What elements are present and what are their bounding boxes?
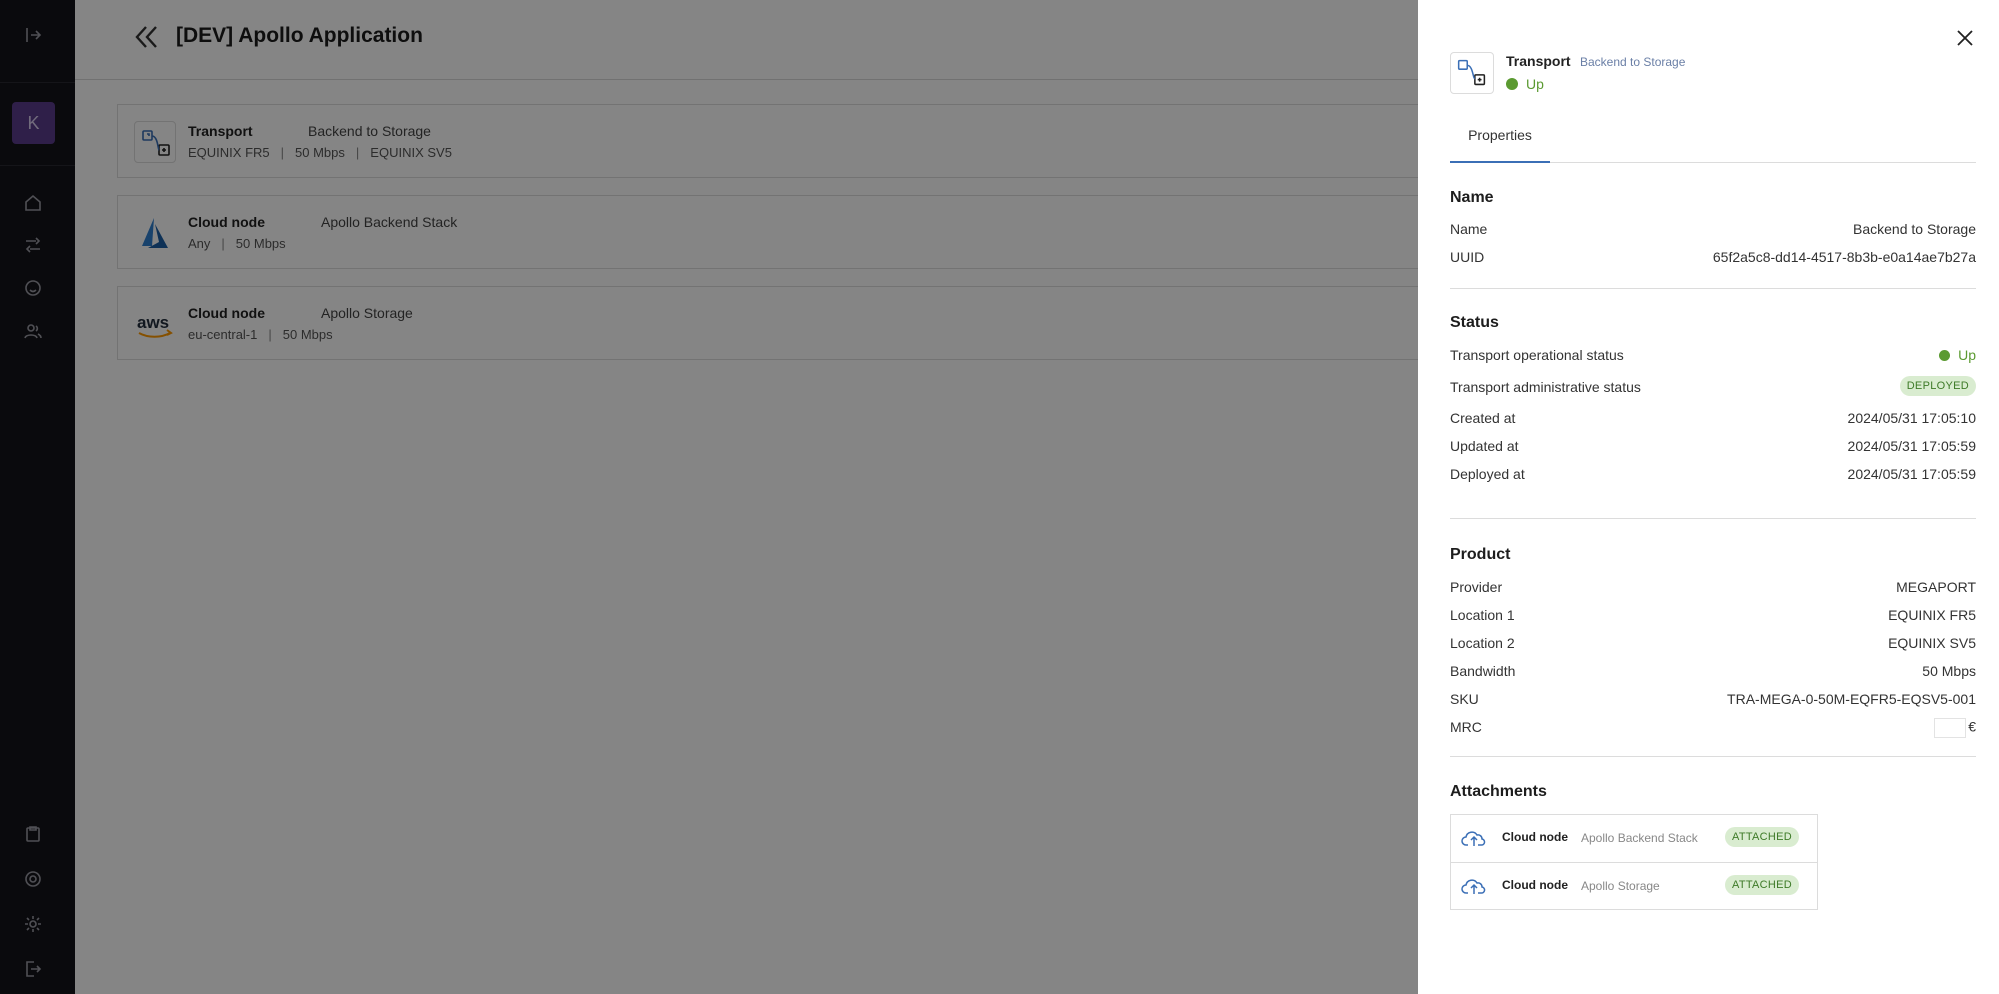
details-drawer: Transport Backend to Storage Up Properti… — [1418, 0, 1999, 994]
property-row: Deployed at 2024/05/31 17:05:59 — [1450, 466, 1976, 486]
status-text: Up — [1958, 347, 1976, 363]
property-value: 65f2a5c8-dd14-4517-8b3b-e0a14ae7b27a — [1712, 249, 1976, 265]
property-row: SKU TRA-MEGA-0-50M-EQFR5-EQSV5-001 — [1450, 691, 1976, 711]
mrc-amount-box — [1934, 718, 1967, 738]
attachments-list: Cloud node Apollo Backend Stack ATTACHED… — [1450, 814, 1818, 910]
currency-symbol: € — [1968, 718, 1976, 735]
status-badge: DEPLOYED — [1899, 376, 1976, 396]
mrc-value: € — [1934, 718, 1976, 738]
property-row: Created at 2024/05/31 17:05:10 — [1450, 410, 1976, 430]
property-row: Provider MEGAPORT — [1450, 579, 1976, 599]
property-label: Location 2 — [1450, 635, 1515, 651]
status-dot-icon — [1506, 78, 1518, 90]
property-row: Location 2 EQUINIX SV5 — [1450, 635, 1976, 655]
property-label: Updated at — [1450, 438, 1519, 454]
property-value: EQUINIX SV5 — [1888, 635, 1976, 651]
property-row: UUID 65f2a5c8-dd14-4517-8b3b-e0a14ae7b27… — [1450, 249, 1976, 269]
cloud-upload-icon — [1461, 827, 1487, 849]
tab-properties[interactable]: Properties — [1450, 118, 1550, 163]
status-text: Up — [1526, 76, 1544, 92]
drawer-status: Up — [1506, 76, 1544, 92]
divider — [1450, 288, 1976, 289]
property-value: 50 Mbps — [1922, 663, 1976, 679]
attachment-type: Cloud node — [1502, 878, 1568, 892]
property-label: Location 1 — [1450, 607, 1515, 623]
property-label: MRC — [1450, 719, 1482, 735]
property-row: Transport operational status Up — [1450, 347, 1976, 367]
property-value: EQUINIX FR5 — [1888, 607, 1976, 623]
property-value: 2024/05/31 17:05:59 — [1847, 466, 1976, 482]
property-label: UUID — [1450, 249, 1485, 265]
property-label: Provider — [1450, 579, 1503, 595]
section-title-product: Product — [1450, 546, 1511, 563]
modal-overlay[interactable] — [0, 0, 1418, 994]
property-row: Location 1 EQUINIX FR5 — [1450, 607, 1976, 627]
property-value: 2024/05/31 17:05:59 — [1847, 438, 1976, 454]
cloud-upload-icon — [1461, 875, 1487, 897]
divider — [1450, 756, 1976, 757]
property-label: Name — [1450, 221, 1488, 237]
attachment-type: Cloud node — [1502, 830, 1568, 844]
section-title-status: Status — [1450, 314, 1499, 331]
property-label: Transport operational status — [1450, 347, 1624, 363]
operational-status-value: Up — [1939, 347, 1976, 363]
attachment-row[interactable]: Cloud node Apollo Storage ATTACHED — [1451, 862, 1817, 909]
attachment-row[interactable]: Cloud node Apollo Backend Stack ATTACHED — [1451, 815, 1817, 862]
section-title-attachments: Attachments — [1450, 783, 1547, 800]
divider — [1450, 518, 1976, 519]
section-title-name: Name — [1450, 189, 1494, 206]
attachment-name: Apollo Backend Stack — [1581, 831, 1698, 845]
status-dot-icon — [1939, 349, 1951, 361]
drawer-type: Transport — [1506, 53, 1571, 69]
property-value: MEGAPORT — [1896, 579, 1976, 595]
property-value: Backend to Storage — [1853, 221, 1976, 237]
status-badge: ATTACHED — [1725, 875, 1800, 895]
attachment-name: Apollo Storage — [1581, 879, 1660, 893]
close-icon[interactable] — [1955, 28, 1975, 48]
property-row: MRC € — [1450, 718, 1976, 740]
property-label: Transport administrative status — [1450, 379, 1641, 395]
property-row: Name Backend to Storage — [1450, 221, 1976, 241]
property-label: Deployed at — [1450, 466, 1525, 482]
property-value: 2024/05/31 17:05:10 — [1847, 410, 1976, 426]
status-badge: ATTACHED — [1725, 827, 1800, 847]
property-label: Created at — [1450, 410, 1516, 426]
property-label: SKU — [1450, 691, 1479, 707]
property-value: TRA-MEGA-0-50M-EQFR5-EQSV5-001 — [1727, 691, 1976, 707]
property-row: Bandwidth 50 Mbps — [1450, 663, 1976, 683]
property-row: Transport administrative status DEPLOYED — [1450, 376, 1976, 400]
drawer-name: Backend to Storage — [1580, 55, 1686, 69]
drawer-tabs: Properties — [1450, 118, 1976, 163]
property-label: Bandwidth — [1450, 663, 1516, 679]
property-row: Updated at 2024/05/31 17:05:59 — [1450, 438, 1976, 458]
transport-icon — [1450, 52, 1494, 94]
administrative-status-value: DEPLOYED — [1899, 376, 1976, 396]
